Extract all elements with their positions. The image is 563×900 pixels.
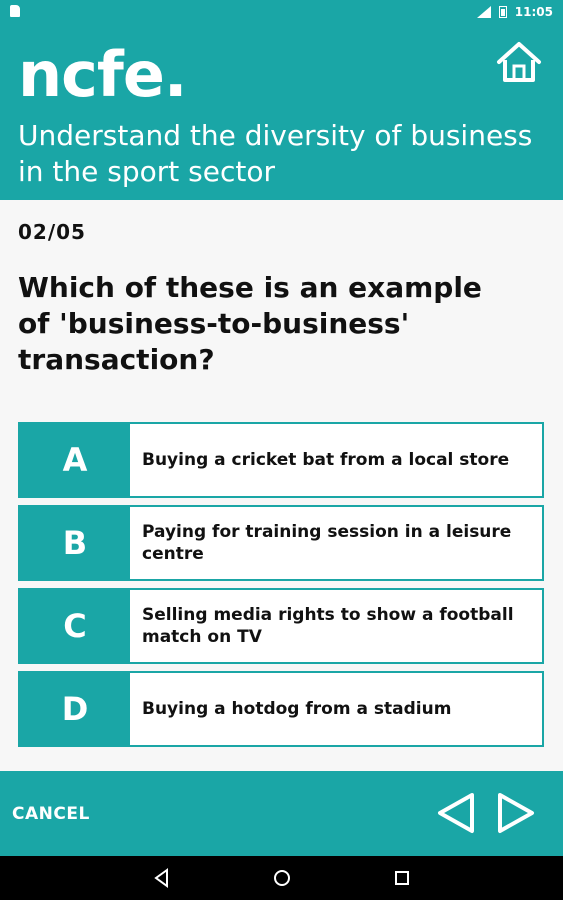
answer-option-b[interactable]: B Paying for training session in a leisu… [18, 505, 544, 581]
question-counter: 02/05 [18, 220, 86, 244]
app-header: ncfe. Understand the diversity of busine… [0, 24, 563, 200]
battery-icon [498, 6, 507, 18]
android-home-button[interactable] [272, 868, 292, 888]
answer-list: A Buying a cricket bat from a local stor… [18, 422, 544, 754]
triangle-right-icon [498, 793, 534, 833]
signal-icon [476, 6, 491, 18]
answer-text: Buying a cricket bat from a local store [142, 450, 510, 470]
android-back-button[interactable] [152, 868, 172, 888]
sd-card-icon [10, 5, 20, 17]
quiz-content: 02/05 Which of these is an example of 'b… [0, 200, 563, 771]
answer-text: Selling media rights to show a football … [142, 605, 514, 647]
answer-letter: B [20, 507, 130, 579]
cancel-button[interactable]: CANCEL [12, 804, 90, 824]
home-icon [497, 42, 541, 82]
quiz-footer: CANCEL [0, 771, 563, 856]
answer-text: Buying a hotdog from a stadium [142, 699, 452, 719]
next-button[interactable] [494, 789, 538, 837]
answer-option-a[interactable]: A Buying a cricket bat from a local stor… [18, 422, 544, 498]
question-text: Which of these is an example of 'busines… [18, 271, 482, 376]
square-recents-icon [395, 871, 409, 885]
course-title: Understand the diversity of business in … [18, 119, 533, 188]
answer-text: Paying for training session in a leisure… [142, 522, 512, 564]
android-navigation-bar [0, 856, 563, 900]
android-recents-button[interactable] [392, 868, 412, 888]
answer-letter: A [20, 424, 130, 496]
previous-button[interactable] [434, 789, 478, 837]
answer-letter: C [20, 590, 130, 662]
status-time: 11:05 [514, 5, 553, 19]
status-bar: 11:05 [0, 0, 563, 24]
back-icon [154, 868, 168, 888]
answer-letter: D [20, 673, 130, 745]
answer-option-c[interactable]: C Selling media rights to show a footbal… [18, 588, 544, 664]
circle-home-icon [274, 870, 290, 886]
status-indicators: 11:05 [476, 4, 553, 20]
triangle-left-icon [438, 793, 474, 833]
home-button[interactable] [493, 38, 545, 86]
ncfe-logo: ncfe. [18, 38, 187, 111]
answer-option-d[interactable]: D Buying a hotdog from a stadium [18, 671, 544, 747]
